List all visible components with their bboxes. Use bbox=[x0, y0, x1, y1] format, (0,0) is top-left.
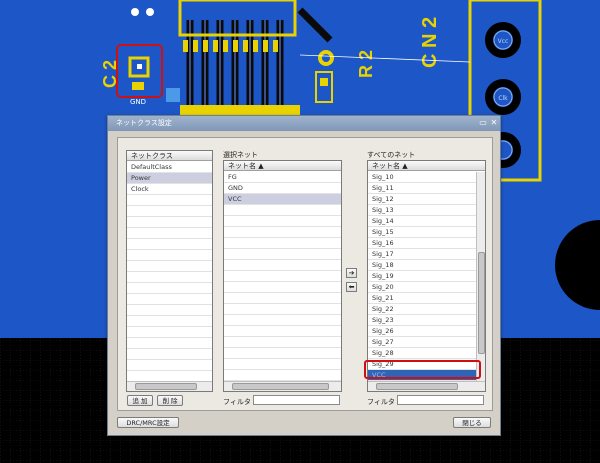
list-item bbox=[224, 238, 341, 249]
netclass-list-header[interactable]: ネットクラス bbox=[127, 151, 212, 161]
maximize-icon[interactable]: ▭ bbox=[478, 118, 488, 128]
list-item bbox=[127, 228, 212, 239]
delete-netclass-button[interactable]: 削 除 bbox=[157, 395, 183, 406]
list-item bbox=[224, 370, 341, 381]
list-item bbox=[127, 195, 212, 206]
netclass-rows: DefaultClass Power Clock bbox=[127, 162, 212, 391]
list-item bbox=[127, 239, 212, 250]
list-item bbox=[224, 227, 341, 238]
list-item bbox=[127, 316, 212, 327]
list-item bbox=[127, 338, 212, 349]
list-item[interactable]: Sig_26 bbox=[368, 326, 476, 337]
list-item[interactable]: Sig_16 bbox=[368, 238, 476, 249]
vcc-highlight-box bbox=[364, 360, 481, 379]
all-nets-list[interactable]: ネット名 ▲ Sig_10 Sig_11 Sig_12 Sig_13 Sig_14 Sig… bbox=[367, 160, 486, 392]
selected-nets-label: 選択ネット bbox=[223, 151, 258, 159]
list-item[interactable]: Sig_11 bbox=[368, 183, 476, 194]
list-item[interactable]: Sig_28 bbox=[368, 348, 476, 359]
list-item[interactable]: Sig_27 bbox=[368, 337, 476, 348]
list-item[interactable]: Sig_18 bbox=[368, 260, 476, 271]
list-item[interactable]: Power bbox=[127, 173, 212, 184]
list-item bbox=[224, 337, 341, 348]
netclass-list[interactable]: ネットクラス DefaultClass Power Clock bbox=[126, 150, 213, 392]
all-filter-input[interactable] bbox=[397, 395, 484, 405]
list-item[interactable]: Sig_14 bbox=[368, 216, 476, 227]
list-item bbox=[127, 327, 212, 338]
all-filter-label: フィルタ bbox=[367, 398, 395, 406]
selected-filter-label: フィルタ bbox=[223, 398, 251, 406]
list-item[interactable]: VCC bbox=[224, 194, 341, 205]
list-item bbox=[224, 260, 341, 271]
list-item bbox=[127, 261, 212, 272]
all-nets-hscrollbar[interactable] bbox=[368, 381, 485, 391]
list-item bbox=[224, 304, 341, 315]
list-item[interactable]: Sig_21 bbox=[368, 293, 476, 304]
r2-label: R 2 bbox=[356, 50, 376, 78]
move-left-button[interactable]: ⬅ bbox=[346, 282, 357, 292]
list-item[interactable]: Sig_17 bbox=[368, 249, 476, 260]
arrow-right-icon: ➔ bbox=[348, 269, 355, 277]
list-item[interactable]: Clock bbox=[127, 184, 212, 195]
list-item bbox=[224, 359, 341, 370]
list-item[interactable]: Sig_20 bbox=[368, 282, 476, 293]
dialog-titlebar[interactable]: ネットクラス設定 ▭ ✕ bbox=[108, 116, 500, 131]
list-item bbox=[224, 326, 341, 337]
selected-filter-input[interactable] bbox=[253, 395, 340, 405]
list-item[interactable]: Sig_10 bbox=[368, 172, 476, 183]
gnd-label: GND bbox=[130, 98, 146, 106]
list-item bbox=[127, 206, 212, 217]
list-item[interactable]: GND bbox=[224, 183, 341, 194]
move-right-button[interactable]: ➔ bbox=[346, 268, 357, 278]
list-item bbox=[224, 282, 341, 293]
netclass-hscrollbar[interactable] bbox=[127, 381, 212, 391]
list-item bbox=[127, 294, 212, 305]
all-nets-label: すべてのネット bbox=[367, 151, 416, 159]
list-item[interactable]: Sig_13 bbox=[368, 205, 476, 216]
list-item[interactable]: Sig_12 bbox=[368, 194, 476, 205]
list-item[interactable]: Sig_23 bbox=[368, 315, 476, 326]
dialog-title: ネットクラス設定 bbox=[116, 119, 172, 127]
all-nets-vscrollbar[interactable] bbox=[476, 172, 485, 382]
list-item[interactable]: Sig_15 bbox=[368, 227, 476, 238]
list-item bbox=[127, 217, 212, 228]
selected-nets-list[interactable]: ネット名 ▲ FG GND VCC bbox=[223, 160, 342, 392]
selected-nets-rows: FG GND VCC bbox=[224, 172, 341, 391]
clk-pin-label: Clk bbox=[498, 95, 508, 102]
list-item[interactable]: Sig_19 bbox=[368, 271, 476, 282]
list-item[interactable]: Sig_22 bbox=[368, 304, 476, 315]
all-nets-rows: Sig_10 Sig_11 Sig_12 Sig_13 Sig_14 Sig_15 Sig_… bbox=[368, 172, 476, 391]
list-item[interactable]: DefaultClass bbox=[127, 162, 212, 173]
list-item bbox=[224, 249, 341, 260]
close-button[interactable]: 閉じる bbox=[453, 417, 491, 428]
all-nets-header[interactable]: ネット名 ▲ bbox=[368, 161, 485, 171]
list-item bbox=[224, 271, 341, 282]
list-item bbox=[127, 360, 212, 371]
close-icon[interactable]: ✕ bbox=[489, 118, 499, 128]
netclass-dialog: ネットクラス設定 ▭ ✕ ネットクラス DefaultClass Power Clo… bbox=[107, 115, 501, 436]
list-item bbox=[224, 315, 341, 326]
list-item bbox=[127, 305, 212, 316]
list-item bbox=[224, 293, 341, 304]
list-item bbox=[127, 250, 212, 261]
list-item[interactable]: FG bbox=[224, 172, 341, 183]
list-item bbox=[224, 205, 341, 216]
list-item bbox=[127, 272, 212, 283]
list-item bbox=[127, 283, 212, 294]
selected-nets-hscrollbar[interactable] bbox=[224, 381, 341, 391]
list-item bbox=[127, 349, 212, 360]
drc-mrc-settings-button[interactable]: DRC/MRC設定 bbox=[117, 417, 179, 428]
selected-nets-header[interactable]: ネット名 ▲ bbox=[224, 161, 341, 171]
list-item bbox=[224, 348, 341, 359]
add-netclass-button[interactable]: 追 加 bbox=[127, 395, 153, 406]
arrow-left-icon: ⬅ bbox=[348, 283, 355, 291]
list-item bbox=[224, 216, 341, 227]
vcc-pin-label: Vcc bbox=[498, 38, 509, 45]
